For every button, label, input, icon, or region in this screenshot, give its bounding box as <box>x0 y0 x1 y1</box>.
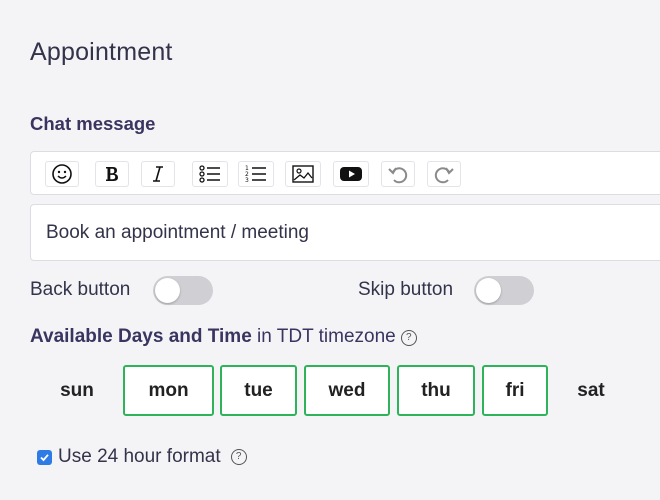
day-tue[interactable]: tue <box>220 365 297 416</box>
editor-toolbar: 1 2 3 <box>30 151 660 195</box>
italic-icon <box>153 166 163 182</box>
day-fri[interactable]: fri <box>482 365 548 416</box>
checkmark-icon <box>40 453 49 461</box>
help-icon[interactable]: ? <box>230 449 247 465</box>
chat-message-input[interactable]: Book an appointment / meeting <box>30 204 660 261</box>
day-wed[interactable]: wed <box>304 365 390 416</box>
back-button-label: Back button <box>30 279 131 300</box>
bullet-list-icon <box>199 165 220 183</box>
day-mon[interactable]: mon <box>123 365 214 416</box>
page-title: Appointment <box>30 38 173 66</box>
help-icon[interactable]: ? <box>400 330 417 346</box>
day-thu[interactable]: thu <box>397 365 475 416</box>
emoji-button[interactable] <box>45 161 79 187</box>
time-format-checkbox[interactable] <box>37 449 52 465</box>
youtube-button[interactable] <box>333 161 369 187</box>
skip-button-label: Skip button <box>358 279 454 300</box>
bold-button[interactable] <box>95 161 129 187</box>
timezone-text: in TDT timezone <box>251 326 396 347</box>
image-icon <box>292 165 314 183</box>
availability-title: Available Days and Time <box>30 326 252 347</box>
toggle-knob <box>155 278 180 303</box>
undo-icon <box>388 167 408 184</box>
smiley-icon <box>52 164 72 184</box>
youtube-icon <box>340 167 362 181</box>
skip-button-toggle[interactable] <box>474 276 534 305</box>
toggle-knob <box>476 278 501 303</box>
numbered-list-icon: 1 2 3 <box>245 165 266 184</box>
svg-text:3: 3 <box>245 177 249 184</box>
image-button[interactable] <box>285 161 321 187</box>
day-sat[interactable]: sat <box>560 365 622 416</box>
chat-message-label: Chat message <box>30 113 156 134</box>
bullet-list-button[interactable] <box>192 161 228 187</box>
redo-icon <box>434 167 454 184</box>
back-button-toggle[interactable] <box>153 276 213 305</box>
time-format-row: Use 24 hour format ? <box>37 446 247 468</box>
redo-button[interactable] <box>427 161 461 187</box>
italic-button[interactable] <box>141 161 175 187</box>
bold-icon <box>106 167 118 181</box>
day-sun[interactable]: sun <box>46 365 108 416</box>
time-format-label: Use 24 hour format <box>58 446 221 467</box>
undo-button[interactable] <box>381 161 415 187</box>
availability-heading: Available Days and Time in TDT timezone? <box>30 326 417 348</box>
numbered-list-button[interactable]: 1 2 3 <box>238 161 274 187</box>
